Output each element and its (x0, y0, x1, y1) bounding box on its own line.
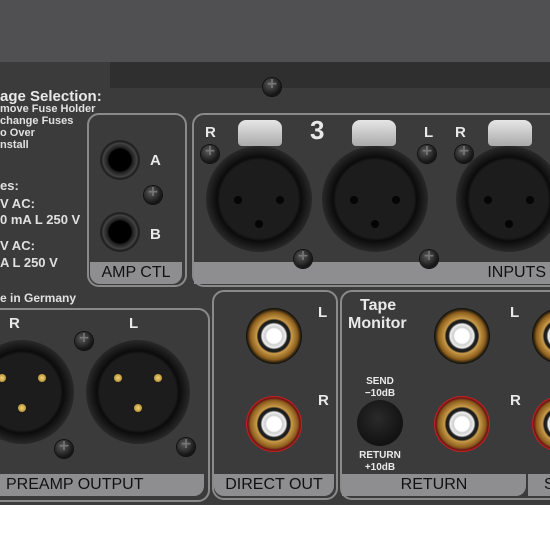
label-divider (526, 474, 528, 496)
top-lid (0, 0, 550, 62)
xlr-pin (134, 404, 142, 412)
amp-ctl-jack-a[interactable] (100, 140, 140, 180)
top-recess (110, 62, 550, 88)
xlr-pin (276, 196, 284, 204)
xlr-latch-icon[interactable] (352, 120, 396, 146)
direct-out-label: DIRECT OUT (214, 474, 334, 496)
voltage-step: o Over (0, 127, 35, 139)
xlr-pin (154, 374, 162, 382)
jack-b-label: B (150, 226, 161, 243)
screw-icon (144, 184, 162, 204)
fuses-title: es: (0, 178, 19, 193)
xlr-input-r[interactable] (206, 146, 312, 252)
rca-direct-out-r[interactable] (246, 396, 302, 452)
voltage-step: change Fuses (0, 115, 74, 127)
amp-ctl-jack-b[interactable] (100, 212, 140, 252)
xlr-pin (371, 220, 379, 228)
input-number: 3 (310, 115, 325, 145)
made-in-germany: e in Germany (0, 291, 77, 305)
screw-icon (420, 248, 438, 268)
return-l-label: L (510, 304, 520, 321)
return-line2: +10dB (364, 462, 396, 473)
xlr-pin (0, 374, 6, 382)
input-l-label: L (424, 124, 434, 141)
screw-icon (263, 76, 281, 96)
xlr-pin (484, 196, 492, 204)
screw-icon (418, 143, 436, 163)
xlr-pin (18, 404, 26, 412)
return-line1: RETURN (359, 450, 401, 461)
fuse-rating: V AC: (0, 196, 35, 211)
xlr-output-l[interactable] (86, 340, 190, 444)
amp-ctl-label: AMP CTL (90, 262, 182, 284)
voltage-step: move Fuse Holder (0, 103, 96, 115)
xlr-input-l[interactable] (322, 146, 428, 252)
xlr-pin (114, 374, 122, 382)
fuse-rating: V AC: (0, 238, 35, 253)
xlr-pin (350, 196, 358, 204)
rca-return-r[interactable] (434, 396, 490, 452)
screw-icon (455, 143, 473, 163)
return-r-label: R (510, 392, 521, 409)
direct-out-l-label: L (318, 304, 328, 321)
rca-direct-out-l[interactable] (246, 308, 302, 364)
tape-monitor-switch[interactable] (357, 400, 403, 446)
xlr-latch-icon[interactable] (238, 120, 282, 146)
screw-icon (177, 436, 195, 456)
xlr-pin (234, 196, 242, 204)
rca-return-l[interactable] (434, 308, 490, 364)
fuse-rating: A L 250 V (0, 255, 58, 270)
xlr-pin (505, 220, 513, 228)
next-section-label: S (528, 474, 550, 496)
return-label: RETURN (342, 474, 526, 496)
fuse-rating: 0 mA L 250 V (0, 212, 81, 227)
xlr-pin (526, 196, 534, 204)
amplifier-rear-panel: age Selection: move Fuse Holder change F… (0, 0, 550, 505)
input-r-label: R (205, 124, 216, 141)
send-line2: −10dB (364, 388, 396, 399)
tape-title-line1: Tape (360, 297, 397, 314)
preamp-r-label: R (9, 315, 20, 332)
xlr-pin (38, 374, 46, 382)
voltage-step: nstall (0, 139, 29, 151)
screw-icon (294, 248, 312, 268)
screw-icon (75, 330, 93, 350)
jack-a-label: A (150, 152, 161, 169)
screw-icon (201, 143, 219, 163)
preamp-l-label: L (129, 315, 139, 332)
inputs-label: INPUTS (194, 262, 550, 284)
direct-out-r-label: R (318, 392, 329, 409)
input-r2-label: R (455, 124, 466, 141)
send-line1: SEND (366, 376, 394, 387)
screw-icon (55, 438, 73, 458)
xlr-pin (255, 220, 263, 228)
xlr-pin (392, 196, 400, 204)
xlr-latch-icon[interactable] (488, 120, 532, 146)
preamp-output-label: PREAMP OUTPUT (0, 474, 204, 496)
tape-title-line2: Monitor (348, 315, 407, 332)
amp-ctl-frame (87, 113, 187, 287)
